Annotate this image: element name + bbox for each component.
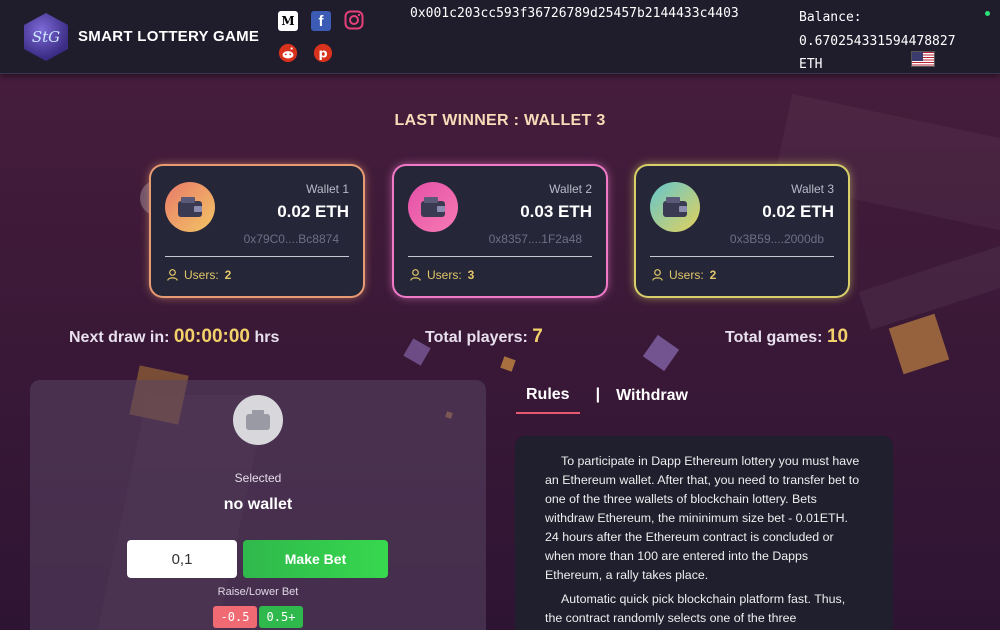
status-dot <box>985 11 990 16</box>
users-count: 2 <box>709 268 717 282</box>
total-games-label: Total games: <box>725 329 823 346</box>
users-label: Users: <box>184 268 219 282</box>
divider <box>408 256 592 257</box>
instagram-icon[interactable] <box>344 10 364 30</box>
wallet-users: Users: 2 <box>167 268 231 282</box>
total-players-stat: Total players: 7 <box>425 326 543 348</box>
app-title: SMART LOTTERY GAME <box>78 28 260 45</box>
selected-wallet-icon <box>233 395 283 445</box>
wallet-name: Wallet 1 <box>306 182 349 196</box>
next-draw-label: Next draw in: <box>69 329 170 346</box>
bet-amount-input[interactable] <box>127 540 237 578</box>
top-header: StG SMART LOTTERY GAME M f p 0x001c203cc… <box>0 0 1000 74</box>
wallet-icon <box>408 182 458 232</box>
svg-text:p: p <box>318 46 327 61</box>
tab-separator: | <box>595 386 601 403</box>
divider <box>165 256 349 257</box>
background-square <box>642 334 680 372</box>
wallet-address-short: 0x3B59....2000db <box>729 232 824 246</box>
user-icon <box>652 269 663 281</box>
last-winner-heading: LAST WINNER : WALLET 3 <box>394 112 606 129</box>
background-square <box>500 356 516 372</box>
next-draw-stat: Next draw in: 00:00:00 hrs <box>69 326 279 348</box>
wallet-card-1[interactable]: Wallet 1 0.02 ETH 0x79C0....Bc8874 Users… <box>151 166 363 296</box>
info-tabs: Rules | Withdraw <box>516 386 688 414</box>
bet-panel: Selected no wallet Make Bet Raise/Lower … <box>30 380 486 630</box>
wallet-users: Users: 3 <box>410 268 474 282</box>
users-count: 2 <box>224 268 232 282</box>
user-icon <box>167 269 178 281</box>
rules-panel: To participate in Dapp Ethereum lottery … <box>515 436 893 630</box>
wallet-amount: 0.03 ETH <box>520 202 592 221</box>
pinterest-icon[interactable]: p <box>313 43 333 63</box>
wallet-card-2[interactable]: Wallet 2 0.03 ETH 0x8357....1F2a48 Users… <box>394 166 606 296</box>
users-count: 3 <box>467 268 475 282</box>
wallet-card-3[interactable]: Wallet 3 0.02 ETH 0x3B59....2000db Users… <box>636 166 848 296</box>
rules-paragraph: To participate in Dapp Ethereum lottery … <box>545 454 860 582</box>
raise-bet-button[interactable]: 0.5+ <box>259 606 303 628</box>
next-draw-value: 00:00:00 <box>173 326 250 347</box>
next-draw-unit: hrs <box>254 329 280 346</box>
divider <box>650 256 834 257</box>
wallet-icon <box>165 182 215 232</box>
wallet-name: Wallet 3 <box>791 182 834 196</box>
wallet-address-short: 0x79C0....Bc8874 <box>243 232 339 246</box>
balance-label: Balance: <box>799 10 862 25</box>
total-games-value: 10 <box>826 326 849 347</box>
wallet-icon <box>650 182 700 232</box>
us-flag-icon[interactable] <box>911 51 935 67</box>
selected-label: Selected <box>234 471 282 485</box>
wallet-address-short: 0x8357....1F2a48 <box>488 232 582 246</box>
wallet-amount: 0.02 ETH <box>277 202 349 221</box>
lower-bet-button[interactable]: -0.5 <box>213 606 257 628</box>
wallet-address[interactable]: 0x001c203cc593f36726789d25457b2144433c44… <box>410 6 739 21</box>
total-players-value: 7 <box>532 326 543 347</box>
medium-icon[interactable]: M <box>278 11 298 31</box>
selected-value: no wallet <box>223 496 293 513</box>
tab-withdraw[interactable]: Withdraw <box>616 387 688 413</box>
tab-rules[interactable]: Rules <box>516 386 580 414</box>
user-icon <box>410 269 421 281</box>
balance-value: 0.670254331594478827 <box>799 33 956 49</box>
facebook-icon[interactable]: f <box>311 11 331 31</box>
wallet-users: Users: 2 <box>652 268 716 282</box>
total-games-stat: Total games: 10 <box>725 326 848 348</box>
wallet-amount: 0.02 ETH <box>762 202 834 221</box>
rules-paragraph: Automatic quick pick blockchain platform… <box>545 592 846 625</box>
raise-lower-label: Raise/Lower Bet <box>217 586 299 598</box>
users-label: Users: <box>427 268 462 282</box>
app-logo[interactable]: StG <box>24 13 68 61</box>
background-square <box>888 313 950 375</box>
make-bet-button[interactable]: Make Bet <box>243 540 388 578</box>
wallet-name: Wallet 2 <box>549 182 592 196</box>
users-label: Users: <box>669 268 704 282</box>
reddit-icon[interactable] <box>278 43 298 63</box>
total-players-label: Total players: <box>425 329 528 346</box>
